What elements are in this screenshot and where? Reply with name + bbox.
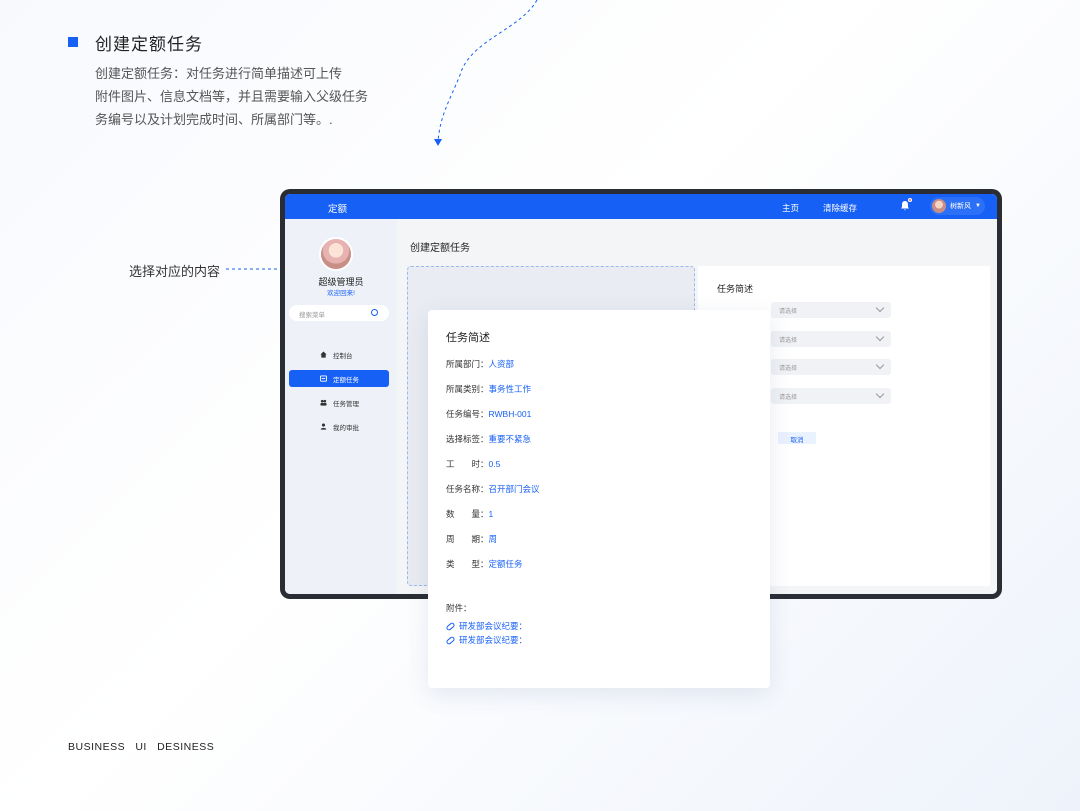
home-icon: [320, 351, 327, 358]
task-detail-card: 任务简述 所属部门：人资部 所属类别：事务性工作 任务编号：RWBH-001 选…: [428, 310, 770, 688]
notification-dot: [908, 198, 912, 202]
top-bar: 定额 主页 清除缓存 树新风 ▼: [285, 194, 997, 219]
sidebar-item-quota-task[interactable]: 定额任务: [289, 370, 389, 387]
nav-clear-cache[interactable]: 清除缓存: [823, 202, 857, 214]
task-icon: [320, 375, 327, 382]
chevron-down-icon: [875, 303, 885, 313]
attachment-link[interactable]: 研发部会议纪要：: [445, 634, 527, 646]
detail-row: 所属部门：人资部: [446, 359, 515, 369]
sidebar-item-my-approval[interactable]: 我的审批: [289, 418, 389, 435]
section-description: 创建定额任务：对任务进行简单描述可上传 附件图片、信息文档等，并且需要输入父级任…: [95, 66, 369, 127]
detail-row: 任务名称：召开部门会议: [446, 484, 540, 494]
user-menu[interactable]: 树新风 ▼: [930, 197, 985, 215]
user-avatar: [932, 199, 946, 213]
brand-label: 定额: [328, 204, 348, 215]
callout-label: 选择对应的内容: [129, 264, 221, 279]
users-icon: [320, 399, 327, 406]
attachment-link[interactable]: 研发部会议纪要：: [445, 620, 527, 632]
card-title: 任务简述: [446, 332, 490, 344]
form-title: 任务简述: [717, 284, 754, 294]
user-icon: [320, 423, 327, 430]
search-icon: [371, 309, 378, 316]
title-marker: [68, 37, 78, 47]
chevron-down-icon: [875, 332, 885, 342]
select-field[interactable]: 请选择: [771, 302, 891, 318]
chevron-down-icon: ▼: [975, 203, 981, 209]
select-field[interactable]: 请选择: [771, 331, 891, 347]
sidebar-item-task-manage[interactable]: 任务管理: [289, 394, 389, 411]
search-input[interactable]: 搜索菜单: [289, 305, 389, 321]
select-field[interactable]: 请选择: [771, 359, 891, 375]
detail-row: 工 时：0.5: [446, 459, 501, 469]
sidebar: 超级管理员 欢迎回来! 搜索菜单 控制台 定额任务 任务管理 我的审批: [285, 219, 397, 594]
footer-text: BUSINESS UI DESINESS: [68, 741, 215, 753]
page-title: 创建定额任务: [410, 243, 470, 254]
welcome-text: 欢迎回来!: [327, 290, 355, 297]
cancel-button[interactable]: 取消: [778, 432, 816, 444]
chevron-down-icon: [875, 389, 885, 399]
select-field[interactable]: 请选择: [771, 388, 891, 404]
user-name: 树新风: [950, 203, 971, 210]
paperclip-icon: [445, 635, 456, 645]
avatar: [319, 237, 353, 271]
detail-row: 任务编号：RWBH-001: [446, 409, 532, 419]
detail-row: 数 量：1: [446, 509, 494, 519]
detail-row: 类 型：定额任务: [446, 559, 523, 569]
detail-row: 周 期：周: [446, 534, 498, 544]
attachment-label: 附件：: [446, 603, 472, 613]
paperclip-icon: [445, 621, 456, 631]
chevron-down-icon: [875, 360, 885, 370]
sidebar-item-console[interactable]: 控制台: [289, 346, 389, 363]
detail-row: 所属类别：事务性工作: [446, 384, 532, 394]
detail-row: 选择标签：重要不紧急: [446, 434, 532, 444]
nav-home[interactable]: 主页: [782, 202, 799, 214]
section-title: 创建定额任务: [95, 35, 203, 54]
